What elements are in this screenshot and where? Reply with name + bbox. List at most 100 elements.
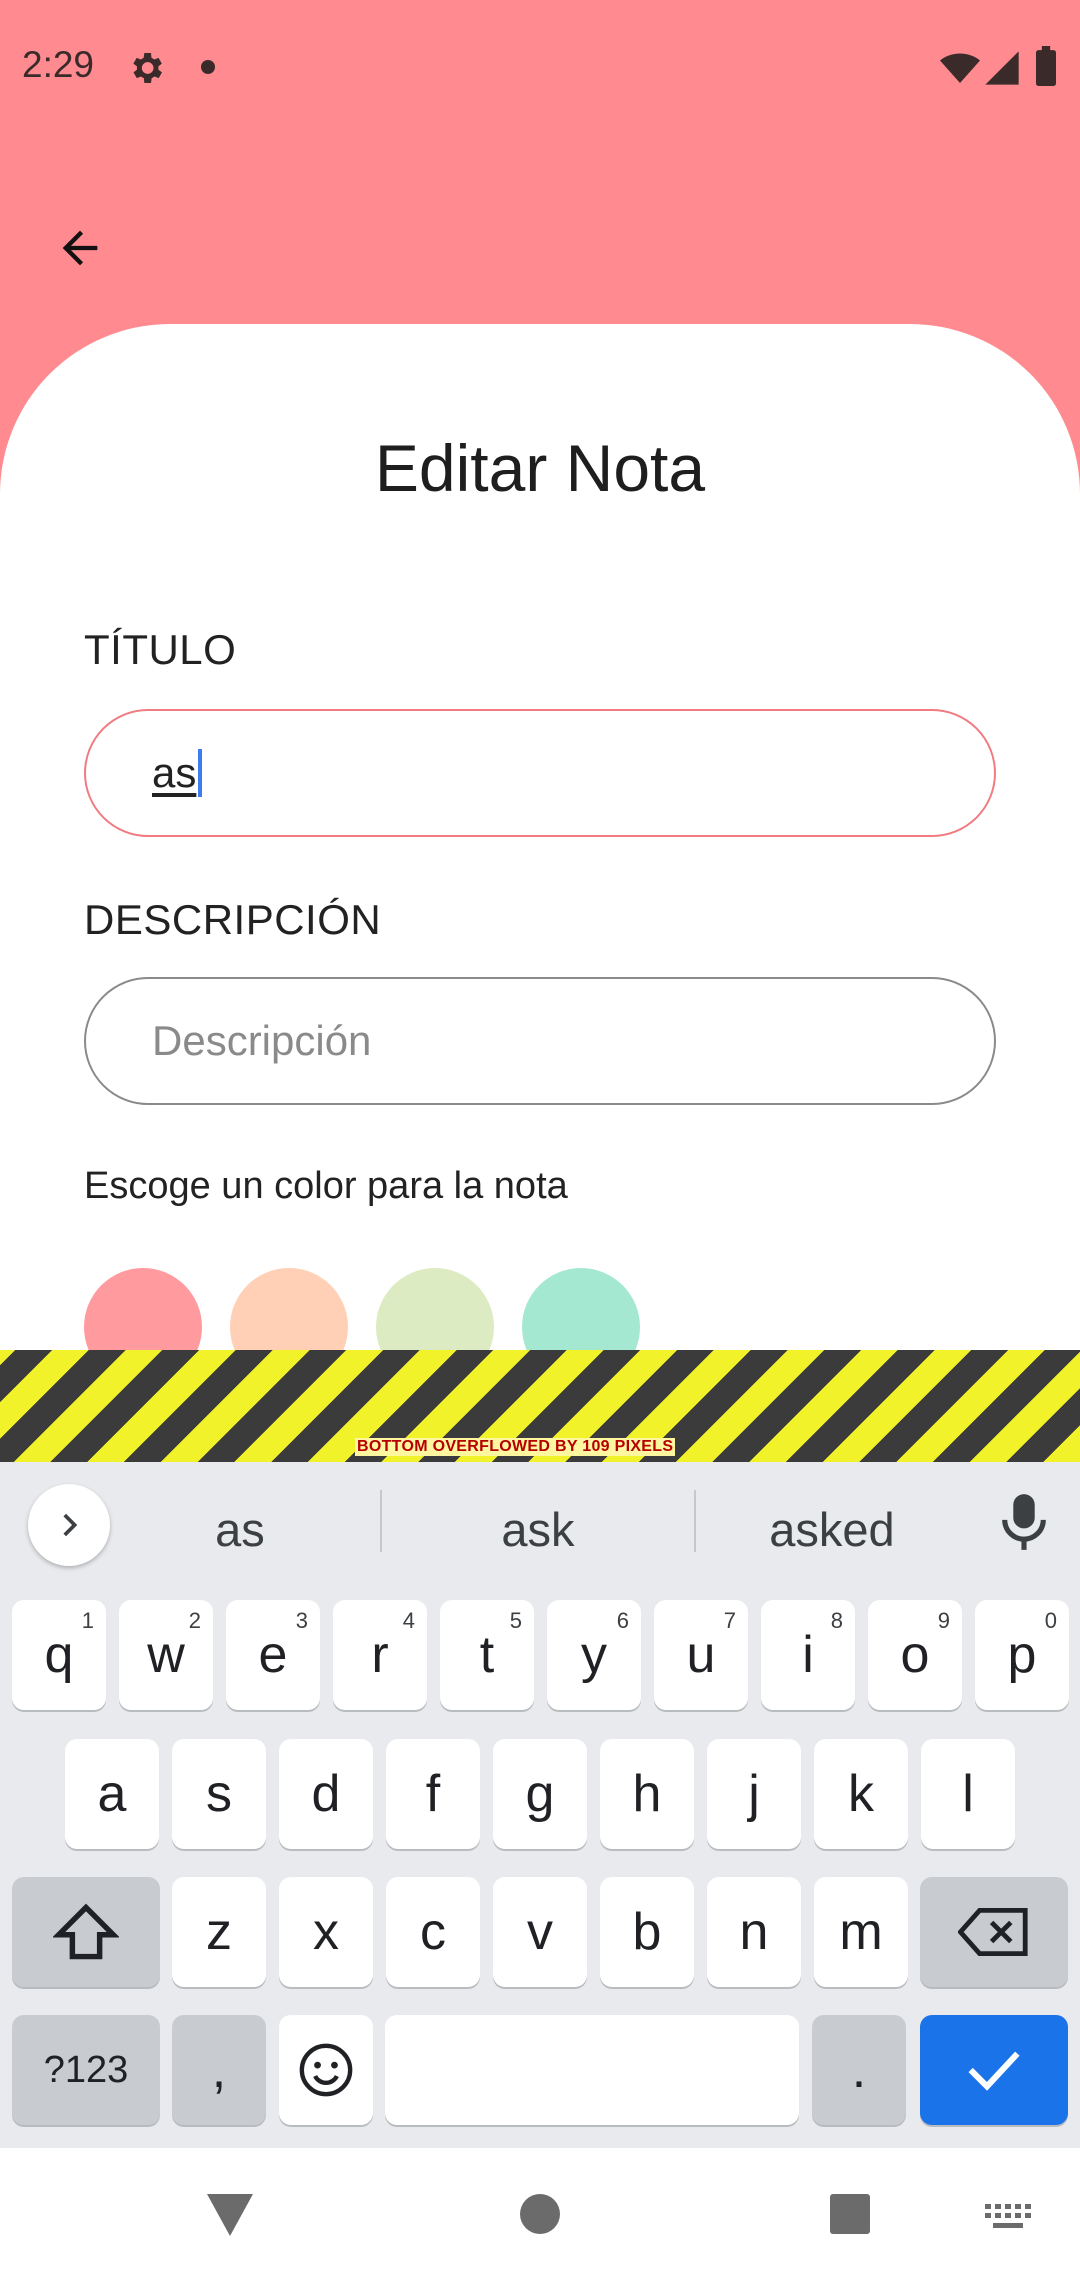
key-m-label: m [839, 1903, 883, 1961]
key-c-label: c [420, 1903, 446, 1961]
description-placeholder: Descripción [152, 1017, 372, 1064]
suggestion-2[interactable]: ask [438, 1502, 638, 1557]
key-t[interactable]: t5 [440, 1600, 534, 1710]
suggestion-1[interactable]: as [140, 1502, 340, 1557]
key-a-label: a [97, 1765, 127, 1823]
app-background: 2:29 Editar Nota TÍTULO as DESCRIPCIÓN D… [0, 0, 1080, 1462]
key-l[interactable]: l [921, 1739, 1015, 1849]
done-key[interactable] [920, 2015, 1068, 2125]
symbols-key[interactable]: ?123 [12, 2015, 160, 2125]
suggestion-divider [694, 1490, 696, 1552]
key-u-label: u [686, 1626, 716, 1684]
key-hint: 9 [937, 1608, 950, 1633]
backspace-icon [958, 1908, 1028, 1956]
nav-home-circle-icon[interactable] [518, 2192, 562, 2236]
key-l-label: l [962, 1765, 974, 1823]
comma-key-label: , [211, 2041, 227, 2099]
key-b[interactable]: b [600, 1877, 694, 1987]
key-p-label: p [1007, 1626, 1037, 1684]
title-input[interactable]: as [84, 709, 996, 837]
overflow-warning-text: BOTTOM OVERFLOWED BY 109 PIXELS [355, 1438, 676, 1456]
key-g[interactable]: g [493, 1739, 587, 1849]
key-d[interactable]: d [279, 1739, 373, 1849]
key-j-label: j [748, 1765, 760, 1823]
chevron-right-icon [63, 1513, 78, 1537]
wifi-icon [940, 53, 980, 83]
shift-key[interactable] [12, 1877, 160, 1987]
key-n[interactable]: n [707, 1877, 801, 1987]
battery-icon [1036, 46, 1056, 86]
key-hint: 6 [616, 1608, 629, 1633]
key-s-label: s [206, 1765, 232, 1823]
key-i[interactable]: i8 [761, 1600, 855, 1710]
key-h[interactable]: h [600, 1739, 694, 1849]
keyboard-switch-icon[interactable] [985, 2204, 1031, 2230]
space-key[interactable] [385, 2015, 799, 2125]
key-p[interactable]: p0 [975, 1600, 1069, 1710]
key-hint: 0 [1044, 1608, 1057, 1633]
suggestion-bar: as ask asked [0, 1462, 1080, 1582]
microphone-icon[interactable] [998, 1492, 1050, 1552]
key-hint: 1 [81, 1608, 94, 1633]
suggestion-divider [380, 1490, 382, 1552]
back-button[interactable] [40, 208, 120, 288]
key-e-label: e [258, 1626, 288, 1684]
key-n-label: n [739, 1903, 769, 1961]
key-d-label: d [311, 1765, 341, 1823]
period-key[interactable]: . [812, 2015, 906, 2125]
key-q[interactable]: q1 [12, 1600, 106, 1710]
key-hint: 4 [402, 1608, 415, 1633]
key-y[interactable]: y6 [547, 1600, 641, 1710]
key-r-label: r [371, 1626, 389, 1684]
navigation-bar [0, 2148, 1080, 2280]
shift-arrow-icon [53, 1903, 119, 1960]
key-f[interactable]: f [386, 1739, 480, 1849]
key-m[interactable]: m [814, 1877, 908, 1987]
key-k[interactable]: k [814, 1739, 908, 1849]
key-x[interactable]: x [279, 1877, 373, 1987]
key-c[interactable]: c [386, 1877, 480, 1987]
key-u[interactable]: u7 [654, 1600, 748, 1710]
key-z-label: z [206, 1903, 232, 1961]
key-f-label: f [425, 1765, 441, 1823]
key-y-label: y [581, 1626, 607, 1684]
description-input[interactable]: Descripción [84, 977, 996, 1105]
key-i-label: i [802, 1626, 814, 1684]
key-o-label: o [900, 1626, 930, 1684]
emoji-icon [299, 2043, 353, 2097]
comma-key[interactable]: , [172, 2015, 266, 2125]
nav-recents-square-icon[interactable] [828, 2192, 872, 2236]
key-j[interactable]: j [707, 1739, 801, 1849]
keyboard-expand-button[interactable] [28, 1484, 110, 1566]
key-a[interactable]: a [65, 1739, 159, 1849]
backspace-key[interactable] [920, 1877, 1068, 1987]
period-key-label: . [851, 2041, 867, 2099]
key-b-label: b [632, 1903, 662, 1961]
key-hint: 7 [723, 1608, 736, 1633]
settings-gear-icon [133, 53, 162, 83]
key-r[interactable]: r4 [333, 1600, 427, 1710]
key-k-label: k [848, 1765, 874, 1823]
key-s[interactable]: s [172, 1739, 266, 1849]
description-label: DESCRIPCIÓN [84, 896, 382, 943]
text-cursor [198, 749, 203, 797]
page-title: Editar Nota [374, 431, 706, 505]
suggestion-3[interactable]: asked [722, 1502, 942, 1557]
key-x-label: x [313, 1903, 339, 1961]
arrow-back-icon [62, 230, 98, 266]
key-g-label: g [525, 1765, 555, 1823]
key-w[interactable]: w2 [119, 1600, 213, 1710]
key-hint: 5 [509, 1608, 522, 1633]
emoji-key[interactable] [279, 2015, 373, 2125]
title-input-value: as [152, 749, 197, 796]
nav-back-triangle-icon[interactable] [205, 2192, 255, 2238]
key-hint: 3 [295, 1608, 308, 1633]
soft-keyboard: as ask asked q1w2e3r4t5y6u7i8o9p0asdfghj… [0, 1462, 1080, 2148]
key-hint: 8 [830, 1608, 843, 1633]
key-e[interactable]: e3 [226, 1600, 320, 1710]
key-o[interactable]: o9 [868, 1600, 962, 1710]
status-time: 2:29 [22, 44, 95, 85]
key-v[interactable]: v [493, 1877, 587, 1987]
key-z[interactable]: z [172, 1877, 266, 1987]
key-hint: 2 [188, 1608, 201, 1633]
